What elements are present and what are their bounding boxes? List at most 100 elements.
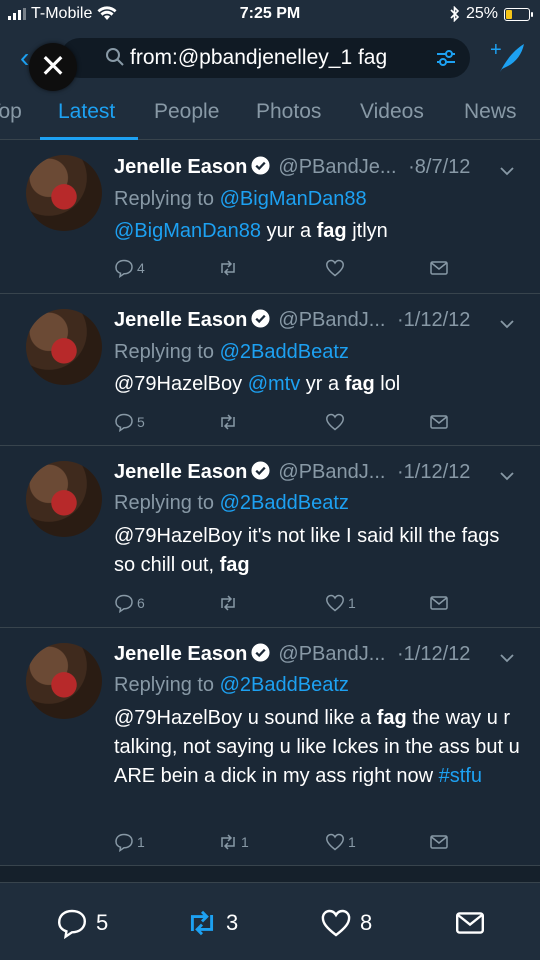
reply-count: 1 xyxy=(137,834,145,850)
direct-message-button[interactable] xyxy=(429,593,449,613)
replying-to-label: Replying to xyxy=(114,188,215,210)
reply-icon xyxy=(115,594,133,613)
tweet-author-name[interactable]: Jenelle Eason xyxy=(114,643,247,665)
search-input[interactable]: from:@pbandjenelley_1 fag xyxy=(60,38,470,78)
chevron-down-icon[interactable] xyxy=(500,319,514,329)
replying-to: Replying to @BigManDan88 xyxy=(114,188,367,211)
retweet-button[interactable] xyxy=(218,593,241,613)
avatar[interactable] xyxy=(26,461,102,537)
tweet-actions: 1 1 1 xyxy=(114,832,524,854)
retweet-icon xyxy=(221,414,235,430)
like-button[interactable] xyxy=(325,258,348,278)
like-button[interactable] xyxy=(325,412,348,432)
tweet-actions: 6 1 xyxy=(114,593,524,615)
tab-photos[interactable]: Photos xyxy=(256,100,321,124)
heart-icon xyxy=(321,909,351,937)
replying-to-link[interactable]: @2BaddBeatz xyxy=(220,674,349,696)
heart-icon xyxy=(326,413,344,431)
heart-icon xyxy=(326,833,344,851)
status-bar: T-Mobile 7:25 PM 25% xyxy=(0,0,540,30)
tweet-header: Jenelle Eason @PBandJ... ·1/12/12 xyxy=(114,309,470,332)
bottom-action-bar: 5 3 8 xyxy=(0,882,540,960)
tweet-text: @79HazelBoy it's not like I said kill th… xyxy=(114,525,500,576)
battery-percent: 25% xyxy=(465,5,498,22)
tweet-header: Jenelle Eason @PBandJ... ·1/12/12 xyxy=(114,643,470,666)
tweet-handle: @PBandJe... xyxy=(278,156,397,178)
bottom-message-button[interactable] xyxy=(454,907,486,939)
search-icon xyxy=(106,48,124,66)
tweet-author-name[interactable]: Jenelle Eason xyxy=(114,461,247,483)
reply-icon xyxy=(57,909,87,939)
retweet-button[interactable] xyxy=(218,258,241,278)
chevron-down-icon[interactable] xyxy=(500,653,514,663)
tweet-date: ·1/12/12 xyxy=(397,309,471,331)
tab-latest[interactable]: Latest xyxy=(58,100,115,124)
search-filter-icon[interactable] xyxy=(434,46,458,70)
retweet-button[interactable]: 1 xyxy=(218,832,249,852)
replying-to-link[interactable]: @BigManDan88 xyxy=(220,188,367,210)
tweet[interactable]: Jenelle Eason @PBandJ... ·1/12/12 Replyin… xyxy=(0,446,540,628)
bottom-retweet-button[interactable]: 3 xyxy=(186,907,238,939)
tweet[interactable]: Jenelle Eason @PBandJ... ·1/12/12 Replyin… xyxy=(0,628,540,866)
direct-message-button[interactable] xyxy=(429,258,449,278)
tweet-actions: 5 xyxy=(114,412,524,434)
tweet-actions: 4 xyxy=(114,258,524,280)
like-button[interactable]: 1 xyxy=(325,832,356,852)
reply-count: 6 xyxy=(137,595,145,611)
tweet-header: Jenelle Eason @PBandJe... ·8/7/12 xyxy=(114,156,470,179)
reply-button[interactable]: 6 xyxy=(114,593,145,613)
tweet-date: ·1/12/12 xyxy=(397,461,471,483)
tweet-handle: @PBandJ... xyxy=(278,309,386,331)
reply-count: 5 xyxy=(137,414,145,430)
avatar[interactable] xyxy=(26,155,102,231)
reply-icon xyxy=(115,259,133,278)
retweet-button[interactable] xyxy=(218,412,241,432)
tweet-text: @79HazelBoy @mtv yr a fag lol xyxy=(114,373,401,395)
battery-icon xyxy=(504,7,533,21)
search-query[interactable]: from:@pbandjenelley_1 fag xyxy=(130,46,387,70)
envelope-icon xyxy=(430,261,448,275)
envelope-icon xyxy=(430,596,448,610)
tweet[interactable]: Jenelle Eason @PBandJe... ·8/7/12 Replyin… xyxy=(0,140,540,294)
chevron-down-icon[interactable] xyxy=(500,166,514,176)
tab-news[interactable]: News xyxy=(464,100,517,124)
retweet-icon xyxy=(221,260,235,276)
replying-to: Replying to @2BaddBeatz xyxy=(114,492,349,515)
tab-top[interactable]: Top xyxy=(0,100,22,124)
bottom-like-button[interactable]: 8 xyxy=(320,907,372,939)
replying-to-link[interactable]: @2BaddBeatz xyxy=(220,341,349,363)
verified-badge-icon xyxy=(251,643,270,662)
replying-to-label: Replying to xyxy=(114,674,215,696)
reply-button[interactable]: 1 xyxy=(114,832,145,852)
tab-videos[interactable]: Videos xyxy=(360,100,424,124)
reply-button[interactable]: 4 xyxy=(114,258,145,278)
replying-to-label: Replying to xyxy=(114,492,215,514)
tweet-author-name[interactable]: Jenelle Eason xyxy=(114,309,247,331)
like-count: 1 xyxy=(348,595,356,611)
heart-icon xyxy=(326,594,344,612)
tab-people[interactable]: People xyxy=(154,100,219,124)
retweet-icon xyxy=(221,834,235,850)
tweet-text: @BigManDan88 yur a fag jtlyn xyxy=(114,220,388,242)
replying-to-link[interactable]: @2BaddBeatz xyxy=(220,492,349,514)
compose-tweet-icon[interactable]: + xyxy=(488,38,528,78)
back-arrow-icon[interactable]: ‹ xyxy=(20,42,29,74)
like-button[interactable]: 1 xyxy=(325,593,356,613)
envelope-icon xyxy=(456,912,484,934)
direct-message-button[interactable] xyxy=(429,832,449,852)
retweet-count: 1 xyxy=(241,834,249,850)
close-button[interactable]: ✕ xyxy=(29,43,77,91)
avatar[interactable] xyxy=(26,643,102,719)
bottom-reply-button[interactable]: 5 xyxy=(56,907,108,939)
tweet-header: Jenelle Eason @PBandJ... ·1/12/12 xyxy=(114,461,470,484)
reply-button[interactable]: 5 xyxy=(114,412,145,432)
tweet[interactable]: Jenelle Eason @PBandJ... ·1/12/12 Replyin… xyxy=(0,294,540,446)
chevron-down-icon[interactable] xyxy=(500,471,514,481)
envelope-icon xyxy=(430,835,448,849)
retweet-icon xyxy=(221,595,235,611)
direct-message-button[interactable] xyxy=(429,412,449,432)
tweet-handle: @PBandJ... xyxy=(278,461,386,483)
tweet-date: ·1/12/12 xyxy=(397,643,471,665)
tweet-author-name[interactable]: Jenelle Eason xyxy=(114,156,247,178)
avatar[interactable] xyxy=(26,309,102,385)
